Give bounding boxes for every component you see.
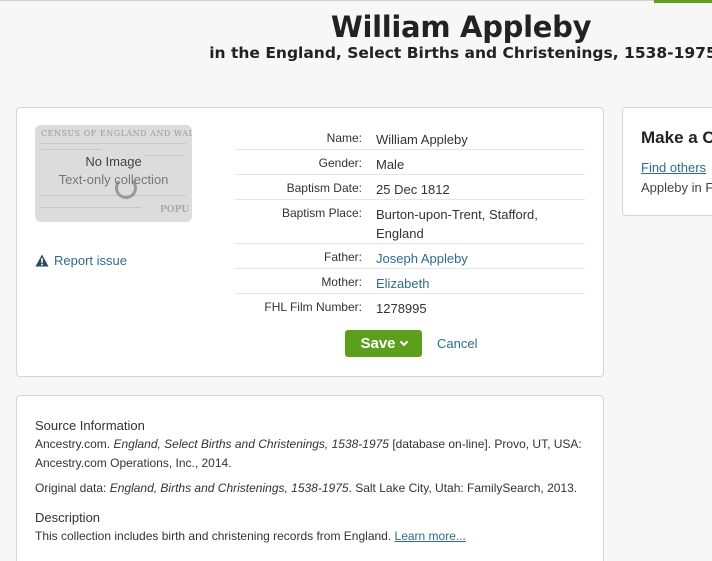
record-fields: Name: William Appleby Gender: Male Bapti… xyxy=(235,125,585,319)
report-issue-link[interactable]: Report issue xyxy=(35,253,127,268)
thumbnail-corner-text: POPU xyxy=(160,205,190,215)
learn-more-link[interactable]: Learn more... xyxy=(395,529,466,543)
cancel-link[interactable]: Cancel xyxy=(437,336,477,351)
top-border xyxy=(0,0,712,1)
thumbnail-header-text: CENSUS OF ENGLAND AND WALES xyxy=(41,129,192,138)
field-label: Baptism Place: xyxy=(281,206,362,220)
source-citation: Ancestry.com. England, Select Births and… xyxy=(35,437,582,470)
page-subtitle: in the England, Select Births and Christ… xyxy=(209,44,712,62)
field-row-fhl-film-number: FHL Film Number: 1278995 xyxy=(235,294,585,319)
thumbnail-rule xyxy=(41,149,101,150)
field-label: Baptism Date: xyxy=(286,181,362,195)
field-value: William Appleby xyxy=(376,132,468,147)
field-row-mother: Mother: Elizabeth xyxy=(235,269,585,294)
connections-text: Appleby in F xyxy=(641,180,712,195)
field-value: Male xyxy=(376,157,405,172)
find-others-link[interactable]: Find others xyxy=(641,160,706,175)
field-row-baptism-date: Baptism Date: 25 Dec 1812 xyxy=(235,175,585,200)
thumbnail-rule xyxy=(41,207,141,208)
source-information-card: Source Information Ancestry.com. England… xyxy=(16,395,604,561)
chevron-down-icon xyxy=(399,337,408,347)
field-row-baptism-place: Baptism Place: Burton-upon-Trent, Staffo… xyxy=(235,200,585,244)
field-row-gender: Gender: Male xyxy=(235,150,585,175)
original-data-text: Original data: England, Births and Chris… xyxy=(35,481,578,495)
thumbnail-rule xyxy=(41,143,186,144)
page-title: William Appleby xyxy=(330,10,592,44)
field-value: Burton-upon-Trent, Stafford, England xyxy=(376,207,538,241)
description-text: This collection includes birth and chris… xyxy=(35,529,466,543)
original-data-section: Original data: England, Births and Chris… xyxy=(35,479,587,498)
field-label: Mother: xyxy=(321,275,362,289)
save-button-label: Save xyxy=(360,335,396,352)
description-heading: Description xyxy=(35,510,101,525)
field-value: 25 Dec 1812 xyxy=(376,182,450,197)
top-accent-bar xyxy=(654,0,712,3)
field-row-name: Name: William Appleby xyxy=(235,125,585,150)
field-value: 1278995 xyxy=(376,301,427,316)
field-row-father: Father: Joseph Appleby xyxy=(235,244,585,269)
text-only-label: Text-only collection xyxy=(58,172,169,187)
report-issue-label: Report issue xyxy=(54,253,127,268)
source-section: Source Information Ancestry.com. England… xyxy=(35,416,587,473)
record-actions: Save Cancel xyxy=(345,330,477,357)
field-label: Name: xyxy=(326,131,362,145)
description-section: Description This collection includes bir… xyxy=(35,508,587,546)
field-label: Father: xyxy=(323,250,362,264)
connections-card: Make a Co Find others Appleby in F xyxy=(622,107,712,216)
thumbnail-rule xyxy=(41,195,186,196)
record-image-thumbnail[interactable]: CENSUS OF ENGLAND AND WALES POPU No Imag… xyxy=(35,125,192,222)
record-card: CENSUS OF ENGLAND AND WALES POPU No Imag… xyxy=(16,107,604,377)
field-label: FHL Film Number: xyxy=(264,300,362,314)
source-heading: Source Information xyxy=(35,418,145,433)
connections-title: Make a Co xyxy=(641,128,712,147)
warning-triangle-icon xyxy=(35,254,49,267)
no-image-label: No Image xyxy=(85,154,142,169)
father-link[interactable]: Joseph Appleby xyxy=(376,244,581,268)
field-label: Gender: xyxy=(318,156,362,170)
save-button[interactable]: Save xyxy=(345,330,422,357)
mother-link[interactable]: Elizabeth xyxy=(376,269,581,293)
